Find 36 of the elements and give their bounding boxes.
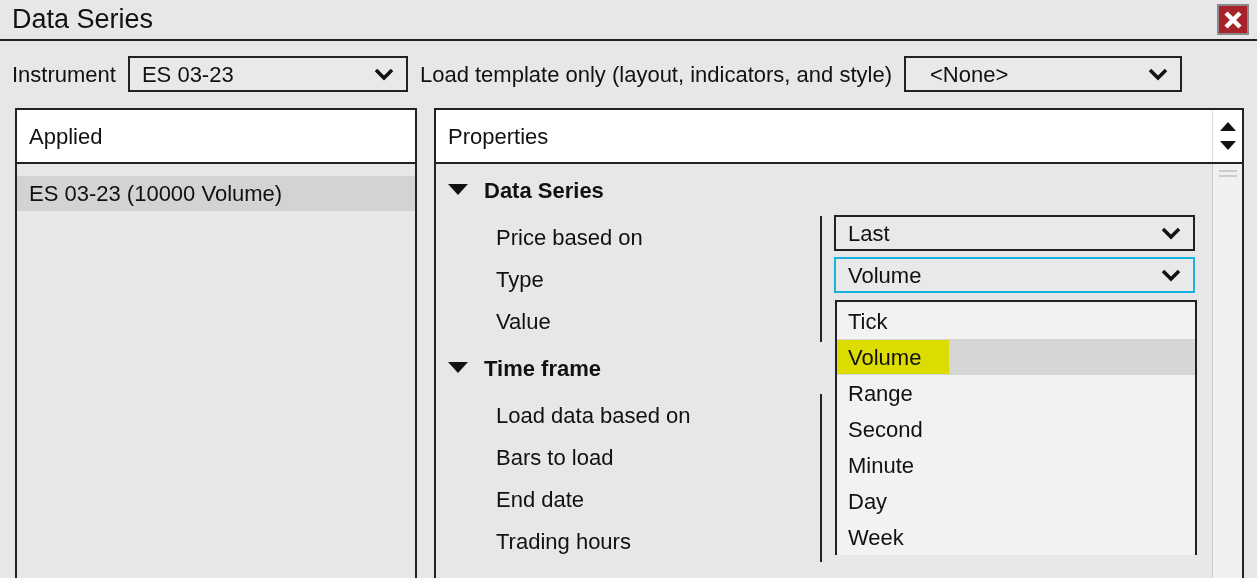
- scroll-up-icon[interactable]: [1219, 122, 1236, 131]
- dropdown-option[interactable]: Minute: [837, 447, 1195, 483]
- window-title: Data Series: [12, 3, 154, 37]
- instrument-label: Instrument: [12, 60, 116, 89]
- dropdown-option[interactable]: Tick: [837, 303, 1195, 339]
- property-label: Value: [496, 307, 551, 336]
- chevron-down-icon: [1161, 226, 1181, 240]
- instrument-dropdown[interactable]: ES 03-23: [127, 56, 408, 92]
- close-icon: [1223, 9, 1243, 30]
- chevron-down-icon: [1148, 67, 1168, 81]
- section-header[interactable]: Data Series: [436, 168, 1212, 212]
- property-label: Bars to load: [496, 443, 614, 472]
- property-dropdown[interactable]: Volume: [834, 257, 1195, 293]
- dropdown-option[interactable]: Second: [837, 411, 1195, 447]
- dropdown-option[interactable]: Week: [837, 519, 1195, 555]
- chevron-down-icon: [1161, 268, 1181, 282]
- property-label: Load data based on: [496, 401, 691, 430]
- template-label: Load template only (layout, indicators, and style): [419, 60, 892, 89]
- property-label: Type: [496, 265, 544, 294]
- property-label: Trading hours: [496, 527, 631, 556]
- panel-header: Applied: [29, 122, 103, 151]
- dropdown-option[interactable]: Day: [837, 483, 1195, 519]
- property-label: Price based on: [496, 223, 643, 252]
- scrollbar[interactable]: [1212, 164, 1242, 578]
- collapse-triangle-icon[interactable]: [448, 362, 468, 374]
- dropdown-option[interactable]: Volume: [837, 339, 1195, 375]
- chevron-down-icon: [373, 67, 394, 81]
- close-button[interactable]: [1217, 4, 1249, 35]
- dropdown-option[interactable]: Range: [837, 375, 1195, 411]
- template-dropdown[interactable]: <None>: [904, 56, 1182, 92]
- property-label: End date: [496, 485, 585, 514]
- panel-header: Properties: [448, 122, 549, 151]
- applied-series-item[interactable]: ES 03-23 (10000 Volume): [17, 176, 415, 211]
- property-dropdown[interactable]: Last: [834, 215, 1195, 251]
- collapse-triangle-icon[interactable]: [448, 184, 468, 196]
- scroll-down-icon[interactable]: [1219, 141, 1236, 150]
